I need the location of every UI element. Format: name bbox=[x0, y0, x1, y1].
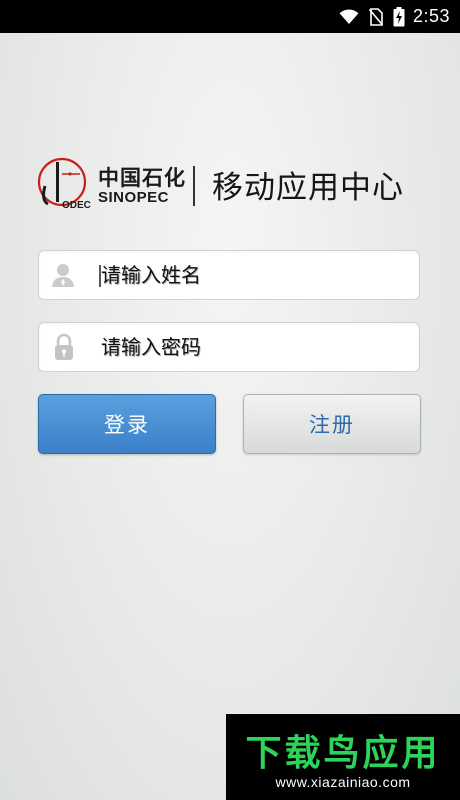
username-field[interactable] bbox=[38, 250, 420, 300]
username-input[interactable] bbox=[101, 259, 401, 291]
logo-header: ODEC 中国石化 SINOPEC 移动应用中心 bbox=[36, 152, 426, 218]
sinopec-emblem-icon: ODEC bbox=[36, 156, 92, 212]
company-name-en: SINOPEC bbox=[98, 189, 170, 206]
battery-charging-icon bbox=[393, 6, 405, 27]
register-button[interactable]: 注册 bbox=[243, 394, 421, 454]
wifi-icon bbox=[339, 8, 359, 25]
logo-divider bbox=[193, 166, 195, 206]
watermark-banner: 下载鸟应用 www.xiazainiao.com bbox=[226, 714, 460, 800]
watermark-title: 下载鸟应用 bbox=[245, 733, 441, 774]
svg-text:ODEC: ODEC bbox=[62, 200, 91, 211]
status-bar: 2:53 bbox=[0, 0, 460, 33]
company-name-cn: 中国石化 bbox=[98, 166, 186, 190]
user-icon bbox=[49, 260, 79, 290]
lock-icon bbox=[49, 332, 79, 362]
status-time: 2:53 bbox=[412, 6, 450, 26]
watermark-url: www.xiazainiao.com bbox=[275, 774, 411, 790]
login-button[interactable]: 登录 bbox=[38, 394, 216, 454]
no-sim-icon bbox=[368, 7, 383, 26]
password-input[interactable] bbox=[101, 331, 401, 363]
app-title: 移动应用中心 bbox=[212, 170, 404, 206]
password-field[interactable] bbox=[38, 322, 420, 372]
